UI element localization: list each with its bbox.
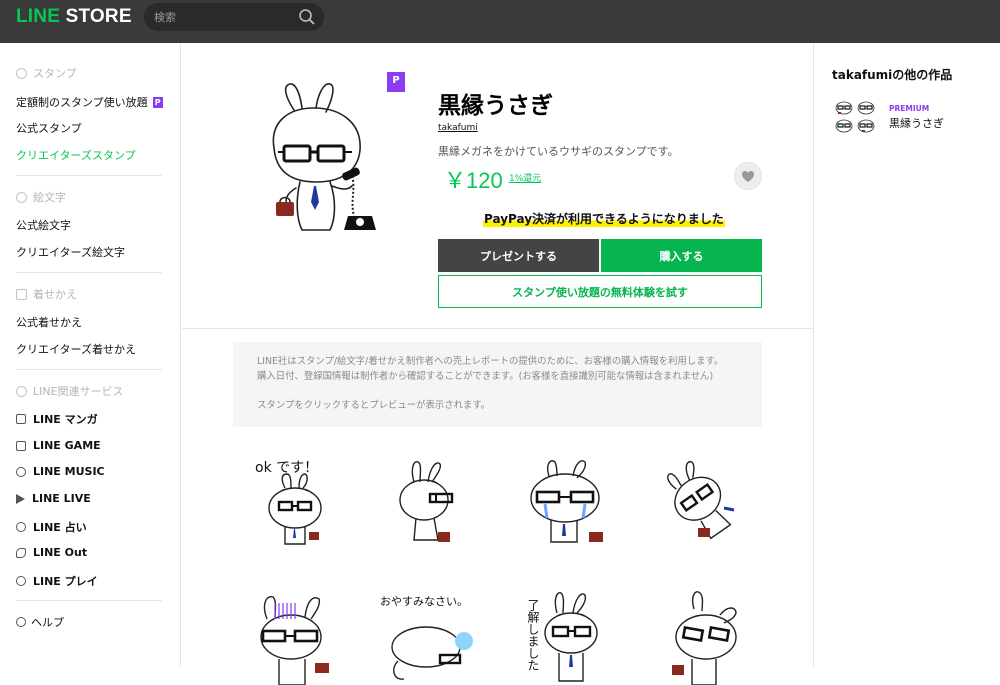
sidebar-item-help[interactable]: ヘルプ	[16, 614, 64, 630]
other-works-title: takafumiの他の作品	[832, 68, 953, 82]
divider	[182, 328, 813, 329]
sidebar-section-themes: 着せかえ	[16, 286, 77, 302]
main-sticker-image	[272, 83, 376, 231]
sticker-item[interactable]	[650, 452, 750, 552]
search-icon[interactable]	[298, 8, 316, 26]
buy-button[interactable]: 購入する	[601, 239, 762, 272]
favorite-button[interactable]	[734, 162, 762, 190]
sticker-item[interactable]	[515, 452, 615, 552]
svg-text:了解しました: 了解しました	[526, 599, 540, 671]
divider	[16, 369, 162, 370]
sidebar-item-line-play[interactable]: LINE プレイ	[16, 573, 98, 589]
author-link[interactable]: takafumi	[438, 123, 478, 133]
heart-icon	[742, 170, 754, 182]
refund-link[interactable]: 1%還元	[509, 171, 541, 184]
related-premium-label: PREMIUM	[889, 104, 930, 113]
game-icon	[16, 440, 26, 451]
line-store-logo[interactable]: LINE STORE	[16, 6, 132, 28]
sidebar-item-creators-themes[interactable]: クリエイターズ着せかえ	[16, 341, 136, 357]
sticker-item[interactable]: ok です！	[245, 452, 345, 552]
line-services-icon	[16, 385, 27, 397]
subscription-trial-button[interactable]: スタンプ使い放題の無料体験を試す	[438, 275, 762, 308]
sticker-item[interactable]: 了解しました	[515, 585, 615, 685]
sidebar-item-line-fortune[interactable]: LINE 占い	[16, 519, 87, 535]
sticker-item[interactable]: おやすみなさい。	[380, 585, 480, 685]
related-product-link[interactable]: 黒縁うさぎ	[889, 115, 944, 131]
notice-line: LINE社はスタンプ/絵文字/着せかえ制作者への売上レポートの提供のために、お客…	[257, 356, 724, 367]
play-avatar-icon	[16, 576, 26, 586]
divider	[16, 600, 162, 601]
present-button[interactable]: プレゼントする	[438, 239, 599, 272]
sidebar-section-services: LINE関連サービス	[16, 383, 124, 399]
notice-line: スタンプをクリックするとプレビューが表示されます。	[257, 400, 491, 411]
search-input[interactable]	[154, 8, 284, 26]
sidebar-section-stamps: スタンプ	[16, 65, 77, 81]
paypay-notice: PayPay決済が利用できるようになりました	[483, 210, 725, 227]
svg-text:おやすみなさい。: おやすみなさい。	[380, 595, 468, 608]
manga-icon	[16, 414, 26, 424]
sidebar-item-line-game[interactable]: LINE GAME	[16, 439, 101, 452]
premium-badge-icon: P	[152, 96, 163, 108]
premium-badge: P	[387, 72, 405, 92]
play-icon	[16, 493, 25, 504]
theme-icon	[16, 288, 27, 300]
purchase-info-notice: LINE社はスタンプ/絵文字/着せかえ制作者への売上レポートの提供のために、お客…	[233, 342, 762, 427]
emoji-icon	[16, 191, 27, 203]
sidebar-item-line-manga[interactable]: LINE マンガ	[16, 411, 98, 427]
sidebar-item-line-music[interactable]: LINE MUSIC	[16, 465, 105, 478]
sidebar-item-official-stamps[interactable]: 公式スタンプ	[16, 120, 82, 136]
music-icon	[16, 466, 26, 477]
sidebar-item-line-out[interactable]: LINE Out	[16, 546, 87, 559]
product-description: 黒縁メガネをかけているウサギのスタンプです。	[438, 145, 679, 158]
sidebar-item-creators-emoji[interactable]: クリエイターズ絵文字	[16, 244, 125, 260]
sidebar-item-line-live[interactable]: LINE LIVE	[16, 492, 91, 505]
sticker-item[interactable]	[380, 452, 480, 552]
divider	[16, 272, 162, 273]
phone-icon	[16, 547, 26, 558]
search-box[interactable]	[144, 3, 324, 31]
related-pane	[813, 43, 1000, 667]
help-icon	[16, 617, 26, 627]
divider	[16, 175, 162, 176]
fortune-icon	[16, 522, 26, 532]
sticker-icon	[16, 67, 27, 79]
notice-line: 購入日付、登録国情報は制作者から確認することができます。(お客様を直接識別可能な…	[257, 371, 714, 382]
sidebar-item-official-themes[interactable]: 公式着せかえ	[16, 314, 82, 330]
related-sticker-thumbnail[interactable]	[834, 98, 878, 136]
sidebar-item-official-emoji[interactable]: 公式絵文字	[16, 217, 71, 233]
product-title: 黒縁うさぎ	[438, 93, 553, 119]
sticker-item[interactable]	[245, 585, 345, 685]
product-price: ￥120	[444, 168, 503, 193]
sidebar-item-creators-stamps[interactable]: クリエイターズスタンプ	[16, 147, 136, 163]
sticker-item[interactable]	[650, 585, 750, 685]
top-bar: LINE STORE	[0, 0, 1000, 43]
sidebar-item-subscription[interactable]: 定額制のスタンプ使い放題 P	[16, 94, 163, 110]
sidebar-section-emoji: 絵文字	[16, 189, 66, 205]
